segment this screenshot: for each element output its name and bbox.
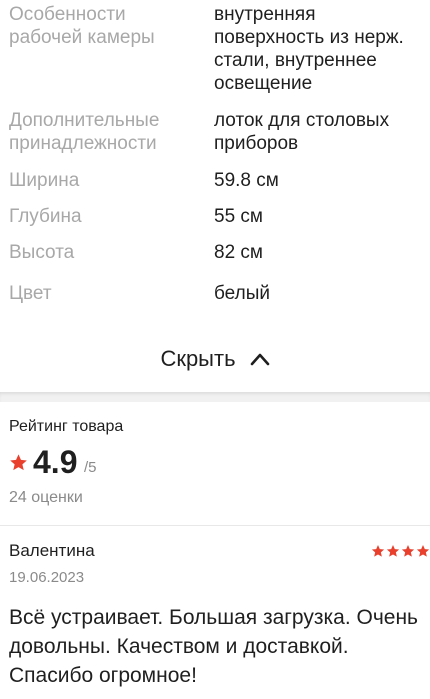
- spec-value: белый: [214, 283, 270, 304]
- review-author: Валентина: [9, 541, 95, 560]
- hide-specs-button[interactable]: Скрыть: [0, 337, 430, 381]
- rating-count: 24 оценки: [9, 489, 83, 506]
- spec-label: Ширина: [9, 170, 80, 191]
- spec-value: 55 см: [214, 206, 263, 227]
- review-separator: [0, 525, 430, 526]
- spec-label: Цвет: [9, 283, 52, 304]
- hide-specs-label: Скрыть: [160, 346, 236, 371]
- specifications-section: Особенности рабочей камеры внутренняя по…: [0, 0, 430, 392]
- review-date: 19.06.2023: [9, 569, 85, 586]
- review-text: Всё устраивает. Большая загрузка. Очень …: [9, 606, 418, 687]
- spec-value: 82 см: [214, 242, 263, 263]
- star-icon: [401, 545, 415, 557]
- spec-label: Особенности рабочей камеры: [9, 4, 155, 48]
- star-icon: [371, 545, 385, 557]
- rating-value: 4.9: [33, 444, 78, 480]
- star-icon: [416, 545, 430, 557]
- section-divider: [0, 392, 430, 402]
- spec-value: внутренняя поверхность из нерж. стали, в…: [214, 4, 404, 94]
- review-stars: [371, 544, 430, 558]
- spec-value: лоток для столовых приборов: [214, 110, 390, 154]
- spec-label: Дополнительные принадлежности: [9, 110, 160, 154]
- star-icon: [386, 545, 400, 557]
- spec-value: 59.8 см: [214, 170, 279, 191]
- rating-max: /5: [84, 459, 97, 476]
- chevron-up-icon: [250, 353, 269, 366]
- star-icon: [10, 454, 27, 471]
- rating-title: Рейтинг товара: [9, 418, 124, 435]
- spec-label: Высота: [9, 242, 75, 263]
- spec-label: Глубина: [9, 206, 82, 227]
